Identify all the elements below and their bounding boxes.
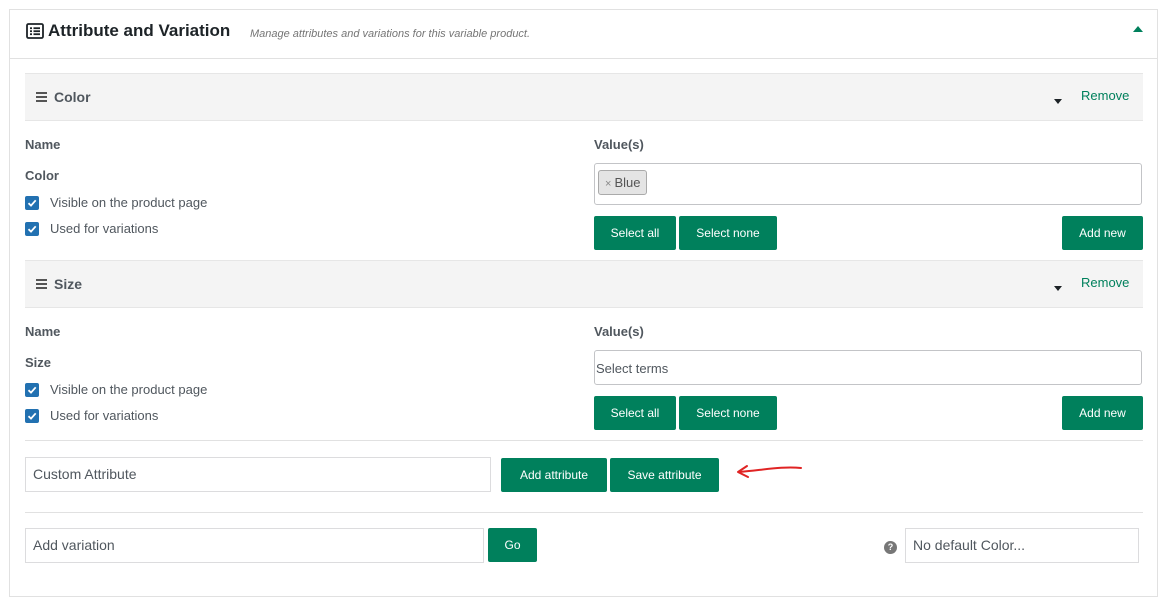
attribute-bar-size[interactable]: Size Remove xyxy=(25,260,1143,308)
select-none-button[interactable]: Select none xyxy=(679,216,777,250)
attribute-name-value: Color xyxy=(25,168,59,183)
divider xyxy=(25,440,1143,441)
panel-title: Attribute and Variation xyxy=(48,21,231,40)
checkbox-label: Visible on the product page xyxy=(50,382,208,397)
term-token[interactable]: × Blue xyxy=(598,170,648,195)
select-terms-placeholder: Select terms xyxy=(596,361,669,376)
name-label: Name xyxy=(25,137,61,152)
checkbox-checked-icon[interactable] xyxy=(25,222,39,236)
select-none-button[interactable]: Select none xyxy=(679,396,777,430)
token-label: Blue xyxy=(614,175,641,190)
attribute-name-value: Size xyxy=(25,355,52,370)
remove-attribute-link[interactable]: Remove xyxy=(1081,275,1129,290)
values-multiselect[interactable]: Select terms xyxy=(594,350,1142,385)
attribute-bar-title: Size xyxy=(54,276,83,292)
add-new-button[interactable]: Add new xyxy=(1062,216,1143,250)
add-attribute-button[interactable]: Add attribute xyxy=(501,458,607,492)
panel-header[interactable]: Attribute and Variation Manage attribute… xyxy=(10,10,1157,59)
panel-subtitle: Manage attributes and variations for thi… xyxy=(250,28,531,40)
checkbox-label: Used for variations xyxy=(50,221,159,236)
list-icon xyxy=(26,23,44,39)
values-label: Value(s) xyxy=(594,137,644,152)
divider xyxy=(25,512,1143,513)
drag-handle-icon[interactable] xyxy=(36,279,47,289)
select-all-button[interactable]: Select all xyxy=(594,216,676,250)
arrow-annotation-icon xyxy=(737,465,802,478)
checkbox-checked-icon[interactable] xyxy=(25,196,39,210)
caret-up-icon[interactable] xyxy=(1133,26,1143,32)
go-button[interactable]: Go xyxy=(488,528,537,562)
values-multiselect[interactable]: × Blue xyxy=(594,163,1142,205)
caret-down-icon[interactable] xyxy=(1054,99,1062,104)
select-all-button[interactable]: Select all xyxy=(594,396,676,430)
custom-attribute-select[interactable]: Custom Attribute xyxy=(25,457,491,492)
help-icon[interactable]: ? xyxy=(884,541,897,554)
drag-handle-icon[interactable] xyxy=(36,92,47,102)
values-label: Value(s) xyxy=(594,324,644,339)
caret-down-icon[interactable] xyxy=(1054,286,1062,291)
remove-token-icon[interactable]: × xyxy=(605,178,611,190)
save-attribute-button[interactable]: Save attribute xyxy=(610,458,719,492)
remove-attribute-link[interactable]: Remove xyxy=(1081,88,1129,103)
add-variation-select[interactable]: Add variation xyxy=(25,528,484,563)
attribute-bar-title: Color xyxy=(54,89,91,105)
checkbox-label: Used for variations xyxy=(50,408,159,423)
add-new-button[interactable]: Add new xyxy=(1062,396,1143,430)
checkbox-label: Visible on the product page xyxy=(50,195,208,210)
attribute-variation-panel: Attribute and Variation Manage attribute… xyxy=(9,9,1158,597)
attribute-bar-color[interactable]: Color Remove xyxy=(25,73,1143,121)
default-color-select[interactable]: No default Color... xyxy=(905,528,1139,563)
checkbox-checked-icon[interactable] xyxy=(25,409,39,423)
checkbox-checked-icon[interactable] xyxy=(25,383,39,397)
name-label: Name xyxy=(25,324,61,339)
